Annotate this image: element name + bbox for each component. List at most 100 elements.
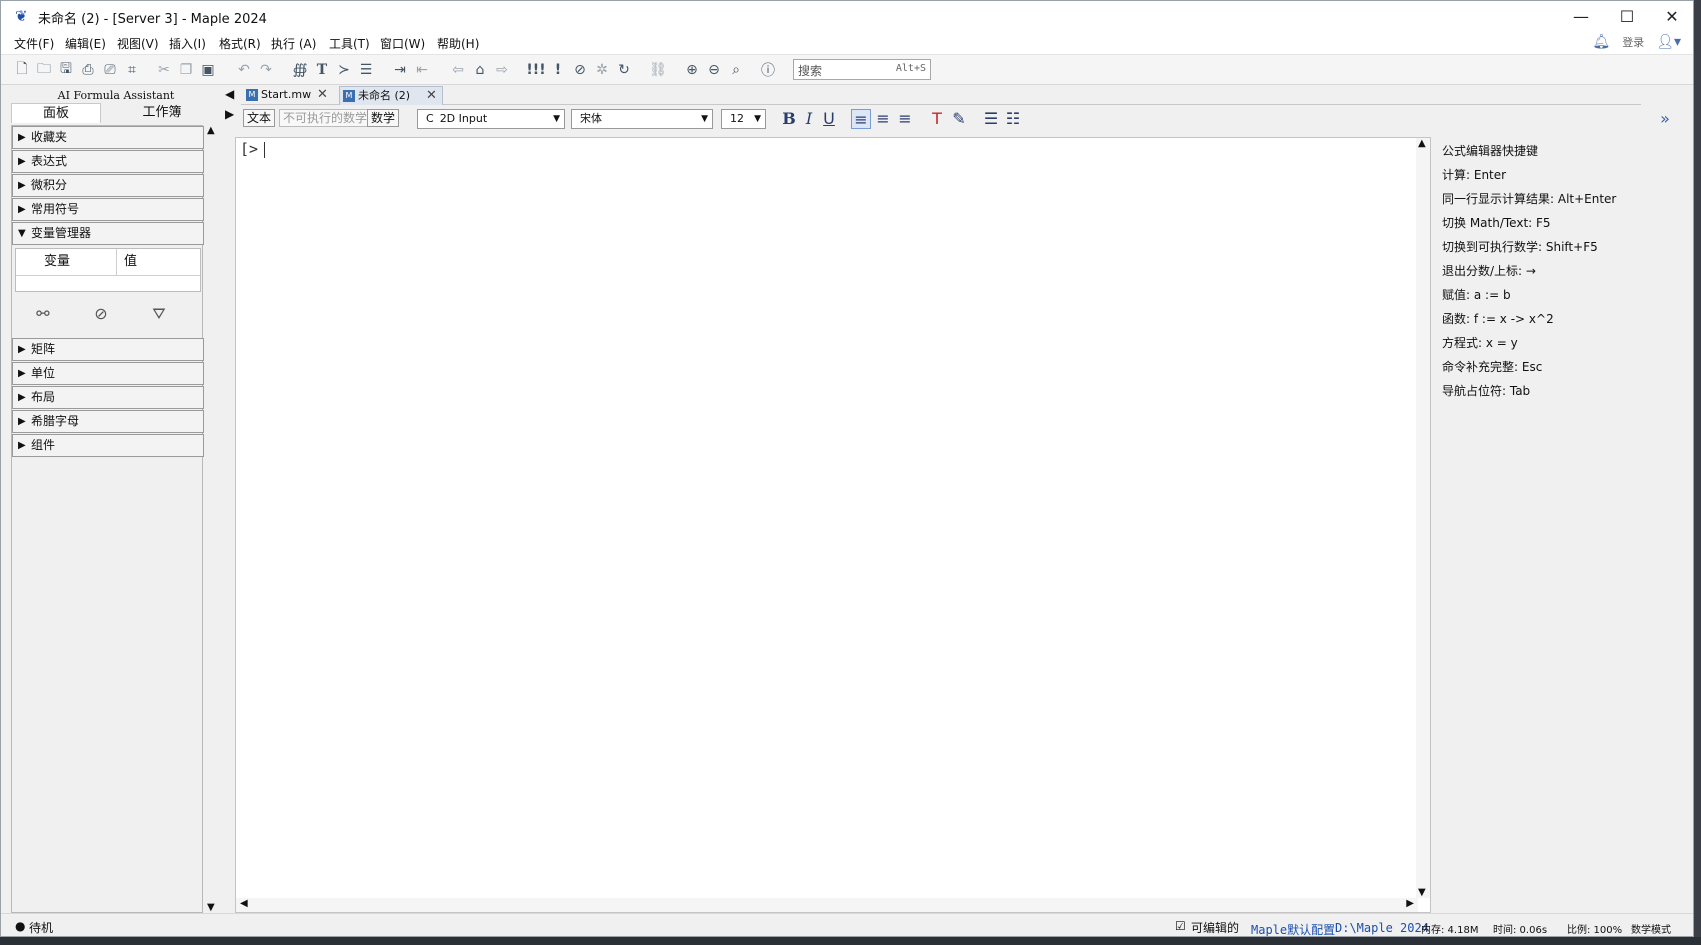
doc-horizontal-scrollbar[interactable]: ◀ ▶	[236, 898, 1418, 912]
scroll-up-icon[interactable]: ▲	[207, 125, 215, 136]
glasses-icon[interactable]: ⚯	[30, 304, 56, 328]
collapse-left-panel-icon[interactable]: ◀	[225, 87, 234, 101]
tab-untitled-2[interactable]: M 未命名 (2) ✕	[339, 86, 443, 105]
editable-checkbox[interactable]: ☑	[1175, 919, 1186, 933]
menu-help[interactable]: 帮助(H)	[437, 35, 479, 52]
scroll-down-icon[interactable]: ▼	[1418, 887, 1426, 898]
text-mode-icon[interactable]: T	[313, 60, 331, 79]
palette-favorites[interactable]: ▶ 收藏夹	[12, 126, 204, 149]
paragraph-icon[interactable]: ☰	[357, 60, 375, 79]
menu-window[interactable]: 窗口(W)	[380, 35, 425, 52]
new-document-icon[interactable]: 🗋	[13, 60, 31, 79]
menu-tools[interactable]: 工具(T)	[329, 35, 370, 52]
interrupt-icon[interactable]: ⊘	[571, 60, 589, 79]
menu-edit[interactable]: 编辑(E)	[65, 35, 106, 52]
hide-eye-icon[interactable]: ⊘	[88, 304, 114, 328]
close-button[interactable]: ✕	[1649, 1, 1693, 31]
doc-vertical-scrollbar[interactable]: ▲ ▼	[1416, 138, 1430, 898]
text-mode-button[interactable]: 文本	[243, 109, 276, 127]
scroll-left-icon[interactable]: ◀	[240, 898, 248, 909]
font-size-select[interactable]: 12 ▼	[721, 109, 766, 129]
open-folder-icon[interactable]: 🗀	[35, 60, 53, 79]
print-icon[interactable]: ⎙	[79, 60, 97, 79]
forward-arrow-icon[interactable]: ⇨	[493, 60, 511, 79]
tab-palettes[interactable]: 面板	[11, 103, 101, 123]
bullet-list-icon[interactable]: ☰	[981, 109, 1001, 129]
variable-table[interactable]: 变量 值	[15, 248, 201, 292]
search-input[interactable]: 搜索 Alt+S	[793, 59, 931, 80]
bold-icon[interactable]: B	[779, 109, 799, 129]
italic-icon[interactable]: I	[799, 109, 819, 129]
restart-icon[interactable]: ↻	[615, 60, 633, 79]
outdent-icon[interactable]: ⇤	[413, 60, 431, 79]
math-mode-button[interactable]: 数学	[367, 109, 400, 127]
expand-panel-icon[interactable]: ▶	[225, 107, 234, 121]
scroll-right-icon[interactable]: ▶	[1406, 898, 1414, 909]
ai-assistant-title[interactable]: AI Formula Assistant	[11, 89, 221, 102]
palette-variable-manager[interactable]: ▼ 变量管理器	[12, 222, 204, 245]
menu-view[interactable]: 视图(V)	[117, 35, 159, 52]
input-mode-select[interactable]: C 2D Input ▼	[417, 109, 565, 129]
expand-right-panel-icon[interactable]: »	[1655, 109, 1675, 129]
help-icon[interactable]: ⓘ	[759, 60, 777, 79]
zoom-reset-icon[interactable]: ⌕	[727, 60, 745, 79]
undo-icon[interactable]: ↶	[235, 60, 253, 79]
execution-group-icon[interactable]: ≻	[335, 60, 353, 79]
menu-file[interactable]: 文件(F)	[14, 35, 54, 52]
save-icon[interactable]: 🖫	[57, 60, 75, 79]
login-link[interactable]: 登录	[1622, 34, 1644, 50]
close-tab-icon[interactable]: ✕	[317, 86, 328, 104]
filter-icon[interactable]: ⛛	[146, 304, 172, 328]
zoom-in-icon[interactable]: ⊕	[683, 60, 701, 79]
align-left-icon[interactable]: ≡	[851, 109, 871, 129]
palette-common-symbols[interactable]: ▶ 常用符号	[12, 198, 204, 221]
align-right-icon[interactable]: ≡	[895, 109, 915, 129]
palette-calculus[interactable]: ▶ 微积分	[12, 174, 204, 197]
tab-workbook[interactable]: 工作簿	[103, 103, 221, 123]
align-center-icon[interactable]: ≡	[873, 109, 893, 129]
menu-format[interactable]: 格式(R)	[219, 35, 261, 52]
user-icon[interactable]: 👤︎▾	[1656, 34, 1681, 50]
copy-icon[interactable]: ❐	[177, 60, 195, 79]
zoom-out-icon[interactable]: ⊖	[705, 60, 723, 79]
paste-icon[interactable]: ▣	[199, 60, 217, 79]
back-arrow-icon[interactable]: ⇦	[449, 60, 467, 79]
crop-icon[interactable]: ⌗	[123, 60, 141, 79]
palette-matrix[interactable]: ▶ 矩阵	[12, 338, 204, 361]
palette-scrollbar[interactable]: ▲ ▼	[205, 125, 221, 913]
tab-start-mw[interactable]: M Start.mw ✕	[243, 86, 335, 105]
scroll-down-icon[interactable]: ▼	[207, 902, 215, 913]
worksheet-area[interactable]: [> ▲ ▼ ◀ ▶	[235, 137, 1431, 913]
palette-expression[interactable]: ▶ 表达式	[12, 150, 204, 173]
debug-icon[interactable]: ✲	[593, 60, 611, 79]
font-select[interactable]: 宋体 ▼	[571, 109, 713, 129]
path-link[interactable]: D:\Maple 2024	[1335, 921, 1429, 935]
config-link[interactable]: Maple默认配置	[1251, 921, 1335, 936]
execute-icon[interactable]: !	[549, 60, 567, 79]
math-input-icon[interactable]: ∰	[291, 60, 309, 79]
palette-units[interactable]: ▶ 单位	[12, 362, 204, 385]
close-tab-icon[interactable]: ✕	[426, 87, 437, 105]
minimize-button[interactable]: —	[1558, 1, 1604, 31]
palette-layout[interactable]: ▶ 布局	[12, 386, 204, 409]
menu-insert[interactable]: 插入(I)	[169, 35, 206, 52]
col-header-value[interactable]: 值	[124, 249, 137, 275]
scroll-up-icon[interactable]: ▲	[1418, 138, 1426, 149]
col-header-variable[interactable]: 变量	[44, 249, 70, 275]
text-color-icon[interactable]: T	[927, 109, 947, 129]
cut-icon[interactable]: ✂	[155, 60, 173, 79]
print-preview-icon[interactable]: ⎚	[101, 60, 119, 79]
home-icon[interactable]: ⌂	[471, 60, 489, 79]
input-prompt[interactable]: [>	[240, 140, 258, 158]
highlight-icon[interactable]: ✎	[949, 109, 969, 129]
palette-components[interactable]: ▶ 组件	[12, 434, 204, 457]
menu-evaluate[interactable]: 执行 (A)	[271, 35, 316, 52]
underline-icon[interactable]: U	[819, 109, 839, 129]
link-icon[interactable]: ⛓	[649, 60, 667, 79]
palette-greek[interactable]: ▶ 希腊字母	[12, 410, 204, 433]
execute-all-icon[interactable]: !!!	[526, 60, 545, 79]
bell-icon[interactable]: 🔔︎	[1592, 34, 1610, 50]
indent-icon[interactable]: ⇥	[391, 60, 409, 79]
numbered-list-icon[interactable]: ☷	[1003, 109, 1023, 129]
nonexec-math-button[interactable]: 不可执行的数学	[279, 109, 372, 127]
